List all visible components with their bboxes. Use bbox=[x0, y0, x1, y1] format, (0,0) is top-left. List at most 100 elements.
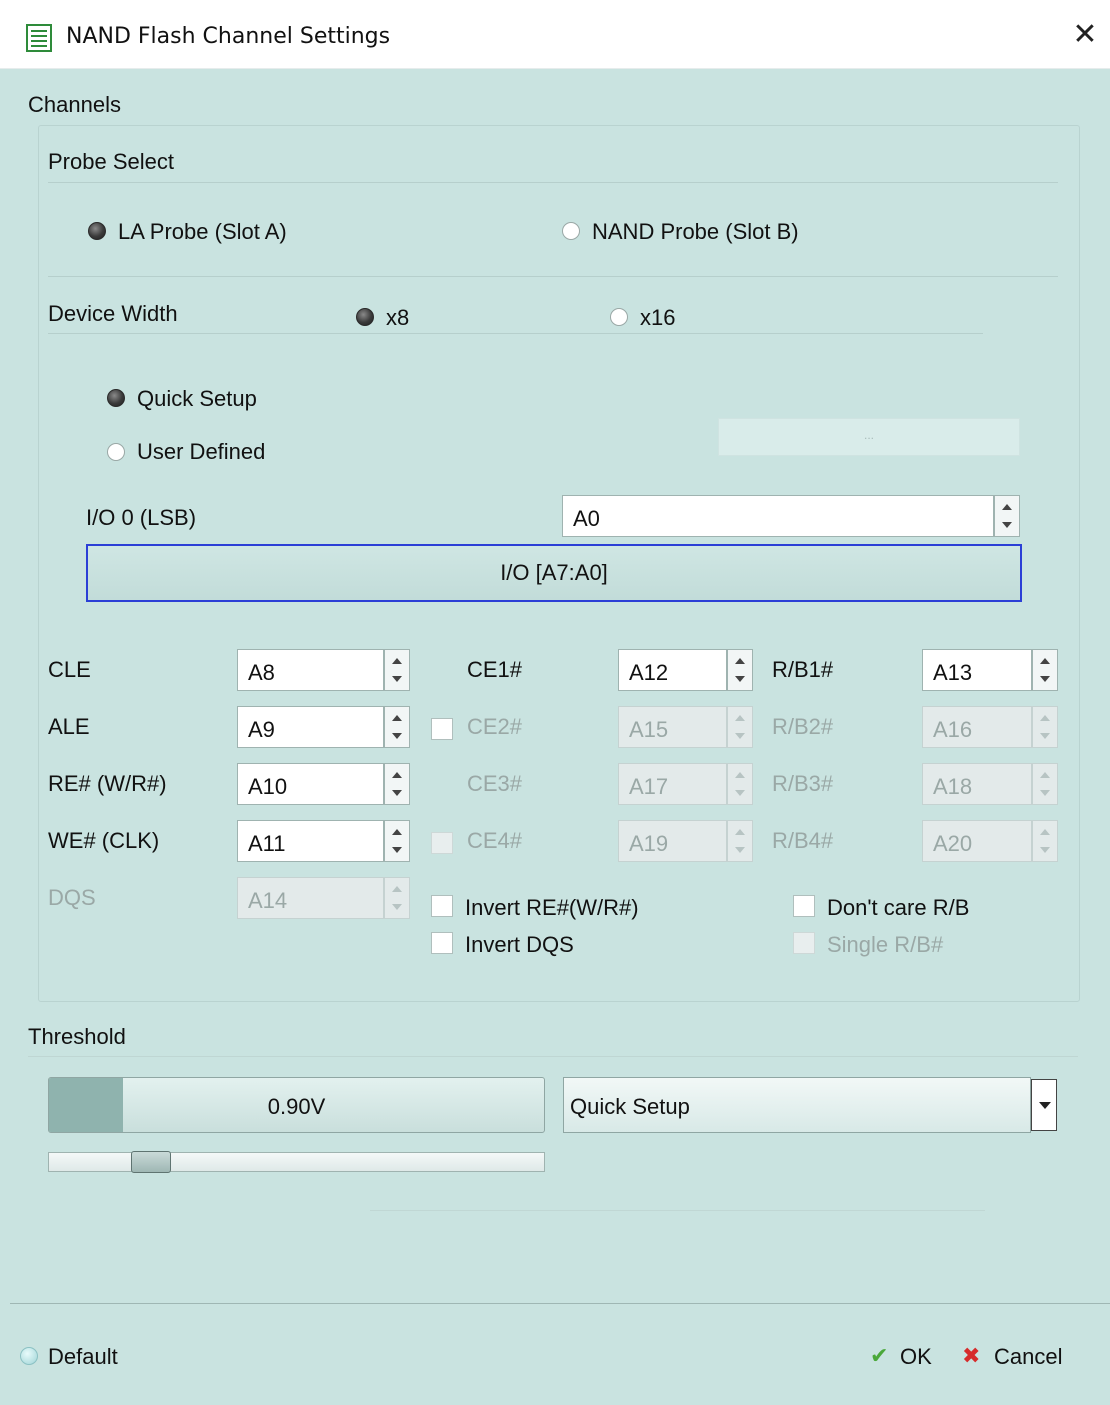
rb1-spinner[interactable] bbox=[1032, 649, 1058, 691]
radio-quick-setup-label[interactable]: Quick Setup bbox=[137, 386, 257, 412]
spin-down-icon bbox=[735, 790, 745, 796]
cle-input[interactable]: A8 bbox=[237, 649, 384, 691]
ce1-input[interactable]: A12 bbox=[618, 649, 727, 691]
spin-down-icon bbox=[1040, 733, 1050, 739]
we-spinner[interactable] bbox=[384, 820, 410, 862]
user-defined-button[interactable]: ... bbox=[718, 418, 1020, 456]
default-icon[interactable] bbox=[20, 1347, 38, 1365]
channels-group-label: Channels bbox=[28, 92, 121, 117]
re-label: RE# (W/R#) bbox=[48, 771, 167, 796]
rb4-input: A20 bbox=[922, 820, 1032, 862]
radio-user-defined[interactable] bbox=[107, 443, 125, 461]
io-range-button[interactable]: I/O [A7:A0] bbox=[86, 544, 1022, 602]
ok-button[interactable]: ✔ OK bbox=[866, 1338, 948, 1378]
radio-x16-label[interactable]: x16 bbox=[640, 305, 675, 331]
dqs-input: A14 bbox=[237, 877, 384, 919]
invert-dqs-checkbox[interactable] bbox=[431, 932, 453, 954]
ce1-label: CE1# bbox=[467, 657, 523, 682]
spin-up-icon[interactable] bbox=[392, 715, 402, 721]
spin-up-icon bbox=[735, 829, 745, 835]
close-icon[interactable]: ✕ bbox=[1070, 18, 1100, 52]
rb2-input: A16 bbox=[922, 706, 1032, 748]
radio-x8[interactable] bbox=[356, 308, 374, 326]
rb3-spinner bbox=[1032, 763, 1058, 805]
rb2-label: R/B2# bbox=[772, 714, 834, 739]
rb2-spinner bbox=[1032, 706, 1058, 748]
divider bbox=[48, 276, 1058, 277]
rb3-label: R/B3# bbox=[772, 771, 834, 796]
single-rb-checkbox bbox=[793, 932, 815, 954]
spin-down-icon bbox=[735, 847, 745, 853]
ce3-input: A17 bbox=[618, 763, 727, 805]
radio-la-probe[interactable] bbox=[88, 222, 106, 240]
spin-up-icon[interactable] bbox=[392, 772, 402, 778]
radio-quick-setup[interactable] bbox=[107, 389, 125, 407]
cle-spinner[interactable] bbox=[384, 649, 410, 691]
ale-input[interactable]: A9 bbox=[237, 706, 384, 748]
spin-up-icon[interactable] bbox=[392, 658, 402, 664]
spin-down-icon[interactable] bbox=[392, 733, 402, 739]
invert-re-label[interactable]: Invert RE#(W/R#) bbox=[465, 895, 639, 921]
ce4-input: A19 bbox=[618, 820, 727, 862]
spin-up-icon bbox=[1040, 772, 1050, 778]
invert-re-checkbox[interactable] bbox=[431, 895, 453, 917]
radio-x8-label[interactable]: x8 bbox=[386, 305, 409, 331]
ce4-checkbox bbox=[431, 832, 453, 854]
spin-up-icon[interactable] bbox=[1002, 504, 1012, 510]
spin-up-icon bbox=[1040, 829, 1050, 835]
spin-up-icon[interactable] bbox=[735, 658, 745, 664]
spin-up-icon[interactable] bbox=[1040, 658, 1050, 664]
dont-care-rb-label[interactable]: Don't care R/B bbox=[827, 895, 969, 921]
ce4-spinner bbox=[727, 820, 753, 862]
threshold-preset-select[interactable]: Quick Setup bbox=[563, 1077, 1031, 1133]
re-input[interactable]: A10 bbox=[237, 763, 384, 805]
spin-up-icon bbox=[1040, 715, 1050, 721]
dont-care-rb-checkbox[interactable] bbox=[793, 895, 815, 917]
spin-down-icon bbox=[1040, 790, 1050, 796]
cancel-label: Cancel bbox=[994, 1344, 1063, 1369]
ce3-spinner bbox=[727, 763, 753, 805]
spin-down-icon bbox=[392, 904, 402, 910]
divider bbox=[28, 1056, 1078, 1057]
rb1-label: R/B1# bbox=[772, 657, 834, 682]
radio-nand-probe[interactable] bbox=[562, 222, 580, 240]
invert-dqs-label[interactable]: Invert DQS bbox=[465, 932, 574, 958]
ale-spinner[interactable] bbox=[384, 706, 410, 748]
dqs-label: DQS bbox=[48, 885, 96, 910]
threshold-value: 0.90V bbox=[267, 1094, 326, 1119]
divider bbox=[48, 182, 1058, 183]
we-input[interactable]: A11 bbox=[237, 820, 384, 862]
spin-up-icon bbox=[735, 715, 745, 721]
spin-down-icon[interactable] bbox=[735, 676, 745, 682]
spin-up-icon bbox=[735, 772, 745, 778]
spin-down-icon[interactable] bbox=[392, 847, 402, 853]
spin-up-icon[interactable] bbox=[392, 829, 402, 835]
radio-x16[interactable] bbox=[610, 308, 628, 326]
check-icon: ✔ bbox=[870, 1343, 889, 1368]
chevron-down-icon[interactable] bbox=[1031, 1079, 1057, 1131]
rb1-input[interactable]: A13 bbox=[922, 649, 1032, 691]
threshold-slider[interactable] bbox=[48, 1151, 545, 1173]
ce2-input: A15 bbox=[618, 706, 727, 748]
threshold-level-bar: 0.90V bbox=[48, 1077, 545, 1133]
window-title: NAND Flash Channel Settings bbox=[66, 24, 391, 49]
spin-down-icon[interactable] bbox=[1002, 522, 1012, 528]
radio-nand-probe-label[interactable]: NAND Probe (Slot B) bbox=[592, 219, 799, 245]
io0-input[interactable]: A0 bbox=[562, 495, 994, 537]
spin-down-icon[interactable] bbox=[392, 790, 402, 796]
spin-down-icon[interactable] bbox=[1040, 676, 1050, 682]
default-button[interactable]: Default bbox=[48, 1344, 118, 1370]
cancel-button[interactable]: ✖ Cancel bbox=[958, 1338, 1078, 1378]
we-label: WE# (CLK) bbox=[48, 828, 160, 853]
threshold-slider-thumb[interactable] bbox=[130, 1151, 171, 1173]
spin-down-icon[interactable] bbox=[392, 676, 402, 682]
radio-user-defined-label[interactable]: User Defined bbox=[137, 439, 265, 465]
ce2-checkbox[interactable] bbox=[431, 718, 453, 740]
io0-spinner[interactable] bbox=[994, 495, 1020, 537]
re-spinner[interactable] bbox=[384, 763, 410, 805]
app-icon bbox=[26, 24, 52, 52]
ce2-spinner bbox=[727, 706, 753, 748]
ce1-spinner[interactable] bbox=[727, 649, 753, 691]
radio-la-probe-label[interactable]: LA Probe (Slot A) bbox=[118, 219, 287, 245]
rb4-spinner bbox=[1032, 820, 1058, 862]
